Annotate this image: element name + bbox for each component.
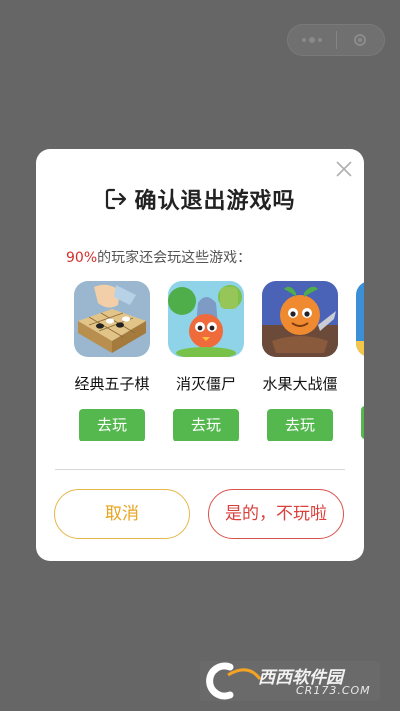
game-icon-zombie[interactable] — [168, 281, 244, 357]
percent-highlight: 90% — [66, 250, 98, 266]
game-icon-fruit[interactable] — [262, 281, 338, 357]
play-button[interactable]: 去玩 — [267, 409, 333, 441]
dialog-header: 确认退出游戏吗 — [36, 183, 364, 215]
game-icon-partial[interactable] — [356, 281, 364, 357]
dialog-title: 确认退出游戏吗 — [134, 189, 296, 214]
game-name: 经典五子棋 — [74, 375, 150, 393]
watermark-url: CR173.COM — [296, 684, 371, 697]
game-card[interactable]: 经典五子棋 去玩 — [74, 281, 150, 441]
play-button[interactable]: 去玩 — [173, 409, 239, 441]
confirm-exit-button[interactable]: 是的，不玩啦 — [208, 489, 344, 539]
more-dots-icon[interactable] — [288, 37, 336, 43]
play-button[interactable]: 去玩 — [79, 409, 145, 441]
subtitle-text: 的玩家还会玩这些游戏： — [97, 250, 252, 266]
cancel-button[interactable]: 取消 — [54, 489, 190, 539]
menu-capsule — [287, 24, 385, 56]
game-name — [356, 373, 364, 391]
game-list: 经典五子棋 去玩 消灭僵尸 去玩 水果大战僵 去玩 — [74, 281, 364, 441]
game-icon-gomoku[interactable] — [74, 281, 150, 357]
close-icon[interactable] — [334, 159, 354, 179]
game-card[interactable]: 消灭僵尸 去玩 — [168, 281, 244, 441]
recommend-subtitle: 90%的玩家还会玩这些游戏： — [66, 247, 251, 267]
play-button[interactable] — [361, 406, 364, 439]
capsule-close-icon[interactable] — [337, 34, 385, 46]
game-card[interactable]: 水果大战僵 去玩 — [262, 281, 338, 441]
exit-dialog: 确认退出游戏吗 90%的玩家还会玩这些游戏： 经典五子棋 去玩 消灭僵尸 去玩 … — [36, 149, 364, 561]
game-name: 消灭僵尸 — [175, 375, 236, 393]
game-card[interactable] — [356, 281, 364, 439]
game-name: 水果大战僵 — [262, 375, 338, 393]
exit-icon — [106, 188, 127, 210]
dialog-divider — [55, 469, 345, 470]
site-watermark: 西西软件园 CR173.COM — [200, 661, 380, 701]
